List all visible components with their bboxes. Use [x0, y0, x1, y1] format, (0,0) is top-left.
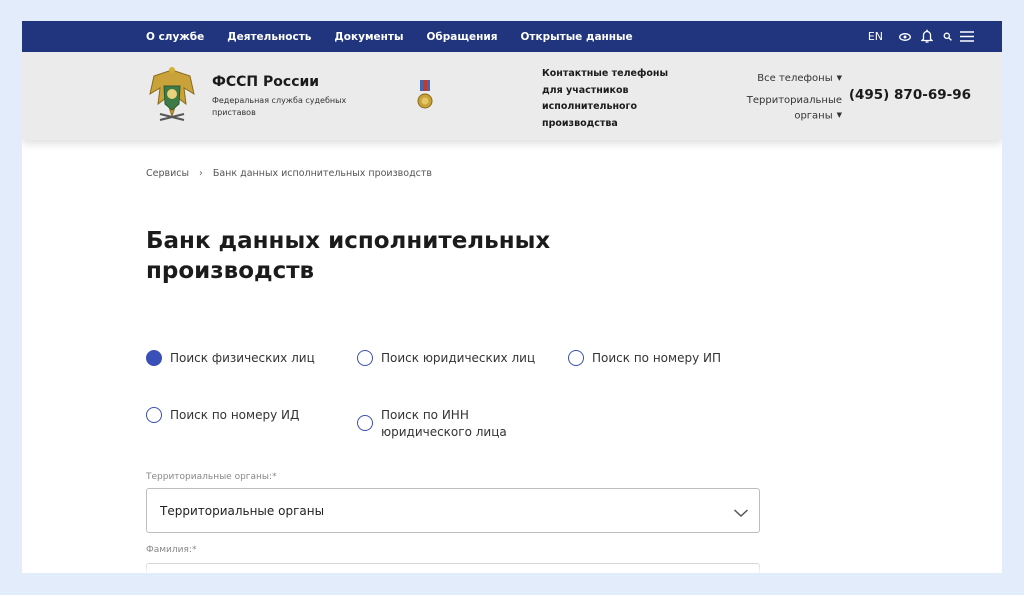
breadcrumb-services[interactable]: Сервисы — [146, 168, 189, 179]
breadcrumb: Сервисы › Банк данных исполнительных произ… — [146, 168, 432, 179]
eye-icon[interactable] — [899, 32, 911, 41]
radio-label: Поиск по номеру ИП — [592, 351, 721, 365]
territorial-field-label: Территориальные органы:* — [146, 472, 277, 482]
nav-tools: EN — [868, 21, 974, 52]
territorial-bodies-label: Территориальные органы — [746, 95, 842, 122]
radio-label: Поиск физических лиц — [170, 351, 315, 365]
surname-field-label: Фамилия:* — [146, 545, 197, 555]
radio-unchecked-icon[interactable] — [568, 350, 584, 366]
scroll-fade — [22, 556, 1002, 573]
nav-item-about[interactable]: О службе — [146, 31, 204, 43]
radio-ip-number[interactable]: Поиск по номеру ИП — [568, 350, 721, 367]
breadcrumb-current: Банк данных исполнительных производств — [212, 168, 432, 179]
radio-unchecked-icon[interactable] — [357, 415, 373, 431]
menu-icon[interactable] — [960, 31, 974, 42]
bell-icon[interactable] — [921, 29, 933, 44]
radio-legal-entities[interactable]: Поиск юридических лиц — [357, 350, 535, 367]
search-icon[interactable] — [943, 32, 952, 41]
radio-checked-icon[interactable] — [146, 350, 162, 366]
brand-title[interactable]: ФССП России — [212, 74, 319, 90]
medal-icon — [417, 80, 433, 112]
nav-item-appeals[interactable]: Обращения — [427, 31, 498, 43]
territorial-select[interactable]: Территориальные органы — [146, 488, 760, 533]
caret-down-icon: ▼ — [836, 111, 842, 119]
nav-item-open-data[interactable]: Открытые данные — [520, 31, 632, 43]
all-phones-label: Все телефоны — [757, 73, 833, 84]
territorial-select-value: Территориальные органы — [160, 504, 325, 518]
browser-viewport: О службе Деятельность Документы Обращени… — [22, 21, 1002, 573]
radio-inn-legal[interactable]: Поиск по ИНН юридического лица — [357, 407, 507, 441]
site-header: ФССП России Федеральная служба судебных … — [22, 52, 1002, 140]
nav-item-activity[interactable]: Деятельность — [227, 31, 311, 43]
radio-label: Поиск по номеру ИД — [170, 408, 300, 422]
page-title: Банк данных исполнительных производств — [146, 228, 551, 284]
caret-down-icon: ▼ — [836, 74, 842, 82]
radio-id-number[interactable]: Поиск по номеру ИД — [146, 407, 299, 424]
brand-subtitle: Федеральная служба судебных приставов — [212, 96, 347, 117]
radio-label: Поиск по ИНН юридического лица — [381, 408, 507, 439]
radio-unchecked-icon[interactable] — [357, 350, 373, 366]
language-switch[interactable]: EN — [868, 30, 883, 43]
top-navigation: О службе Деятельность Документы Обращени… — [22, 21, 1002, 52]
contact-phones-info[interactable]: Контактные телефоны для участников испол… — [542, 66, 692, 132]
radio-individuals[interactable]: Поиск физических лиц — [146, 350, 315, 367]
breadcrumb-separator: › — [199, 168, 203, 179]
main-menu: О службе Деятельность Документы Обращени… — [146, 21, 656, 52]
nav-item-documents[interactable]: Документы — [334, 31, 403, 43]
fssp-emblem-logo[interactable] — [146, 64, 198, 124]
radio-unchecked-icon[interactable] — [146, 407, 162, 423]
chevron-down-icon — [733, 503, 749, 522]
hotline-phone[interactable]: (495) 870-69-96 — [849, 87, 971, 103]
territorial-bodies-dropdown[interactable]: Территориальные органы ▼ — [732, 93, 842, 124]
all-phones-dropdown[interactable]: Все телефоны ▼ — [757, 73, 842, 84]
radio-label: Поиск юридических лиц — [381, 351, 536, 365]
